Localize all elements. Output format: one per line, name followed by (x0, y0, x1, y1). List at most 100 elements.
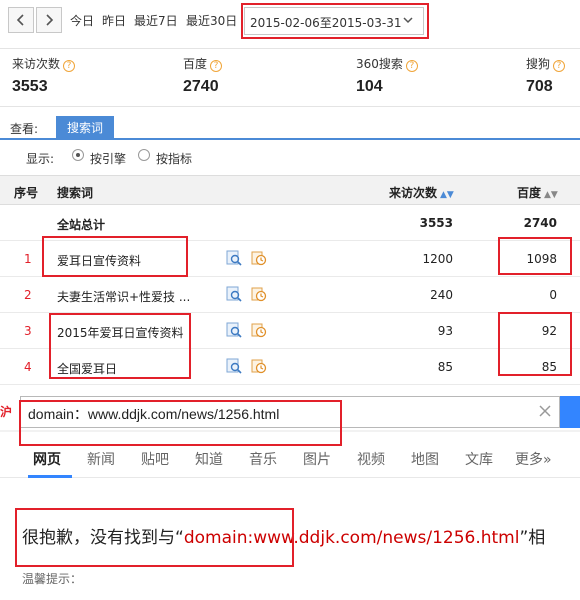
tab-more[interactable]: 更多» (515, 449, 552, 469)
help-icon[interactable]: ? (210, 60, 223, 72)
search-analysis-icon[interactable] (226, 358, 242, 374)
column-visits-label: 来访次数 (389, 186, 438, 200)
stat-value: 708 (526, 78, 553, 95)
sort-down-icon: ▲▼ (440, 190, 454, 200)
row-index: 1 (24, 252, 32, 266)
date-range-select[interactable]: 2015-02-06至2015-03-31 (244, 7, 424, 35)
row-keyword[interactable]: 爱耳日宣传资料 (57, 252, 141, 269)
view-label: 查看: (10, 122, 39, 136)
row-keyword[interactable]: 全国爱耳日 (57, 360, 117, 377)
stat-sogou: 搜狗? 708 (526, 55, 566, 96)
row-visits: 240 (430, 288, 453, 302)
chevron-right-icon (46, 14, 54, 26)
tab-images[interactable]: 图片 (303, 449, 331, 469)
sort-icon: ▲▼ (544, 190, 558, 200)
stat-value: 104 (356, 78, 383, 95)
close-icon[interactable] (537, 403, 553, 419)
stat-label: 百度 (183, 57, 208, 71)
history-clock-icon[interactable] (251, 250, 267, 266)
history-clock-icon[interactable] (251, 358, 267, 374)
active-tab-indicator (28, 475, 72, 478)
next-period-button[interactable] (36, 7, 62, 33)
tab-video[interactable]: 视频 (357, 449, 385, 469)
no-results-prefix: 很抱歉，没有找到与“ (22, 528, 184, 548)
row-baidu: 1098 (526, 252, 557, 266)
row-baidu: 92 (541, 324, 557, 338)
table-header: 序号 搜索词 来访次数 ▲▼ 百度 ▲▼ (0, 175, 580, 205)
stat-value: 3553 (12, 78, 48, 95)
no-results-query: domain:www.ddjk.com/news/1256.html (183, 528, 520, 548)
tab-zhidao[interactable]: 知道 (195, 449, 223, 469)
tab-news[interactable]: 新闻 (87, 449, 115, 469)
help-icon[interactable]: ? (63, 60, 76, 72)
search-query: domain：www.ddjk.com/news/1256.html (28, 406, 280, 422)
stat-label: 360搜索 (356, 57, 403, 71)
row-index: 2 (24, 288, 32, 302)
history-clock-icon[interactable] (251, 322, 267, 338)
stat-label: 搜狗 (526, 57, 551, 71)
range-yesterday[interactable]: 昨日 (102, 12, 126, 29)
column-baidu-label: 百度 (517, 186, 542, 200)
table-row: 4 全国爱耳日 85 85 (0, 349, 580, 385)
help-icon[interactable]: ? (553, 60, 566, 72)
radio-label-by-metric: 按指标 (156, 152, 193, 166)
chevron-down-icon (403, 17, 413, 24)
stat-360: 360搜索? 104 (356, 55, 418, 96)
table-row: 3 2015年爱耳日宣传资料 93 92 (0, 313, 580, 349)
view-bar: 查看: 搜索词 (0, 116, 580, 140)
stat-visits: 来访次数? 3553 (12, 55, 76, 96)
radio-by-engine[interactable] (72, 149, 84, 161)
column-baidu[interactable]: 百度 ▲▼ (517, 184, 558, 201)
stat-label: 来访次数 (12, 57, 61, 71)
column-visits[interactable]: 来访次数 ▲▼ (389, 184, 454, 201)
radio-by-metric[interactable] (138, 149, 150, 161)
side-label: 沪 (0, 397, 14, 427)
search-analysis-icon[interactable] (226, 250, 242, 266)
range-today[interactable]: 今日 (70, 12, 94, 29)
row-visits: 1200 (422, 252, 453, 266)
column-keyword: 搜索词 (57, 186, 94, 200)
display-label: 显示: (26, 152, 55, 166)
row-index: 4 (24, 360, 32, 374)
no-results-suffix: ”相 (519, 528, 546, 548)
table-row: 2 夫妻生活常识+性爱技 ... 240 0 (0, 277, 580, 313)
tab-tieba[interactable]: 贴吧 (141, 449, 169, 469)
stats-summary: 来访次数? 3553 百度? 2740 360搜索? 104 搜狗? 708 (0, 48, 580, 107)
no-results-message: 很抱歉，没有找到与“domain:www.ddjk.com/news/1256.… (22, 523, 545, 548)
row-visits: 85 (437, 360, 453, 374)
search-tabs: 网页 新闻 贴吧 知道 音乐 图片 视频 地图 文库 更多» (0, 438, 580, 478)
row-visits: 93 (437, 324, 453, 338)
date-range-value: 2015-02-06至2015-03-31 (250, 16, 402, 30)
row-index: 3 (24, 324, 32, 338)
search-analysis-icon[interactable] (226, 286, 242, 302)
tab-wenku[interactable]: 文库 (465, 449, 493, 469)
table-row-total: 全站总计 3553 2740 (0, 205, 580, 241)
tab-map[interactable]: 地图 (411, 449, 439, 469)
table-row: 1 爱耳日宣传资料 1200 1098 (0, 241, 580, 277)
stat-value: 2740 (183, 78, 219, 95)
search-analysis-icon[interactable] (226, 322, 242, 338)
prev-period-button[interactable] (8, 7, 34, 33)
range-last-7-days[interactable]: 最近7日 (134, 12, 178, 29)
total-label: 全站总计 (57, 218, 106, 232)
row-keyword[interactable]: 2015年爱耳日宣传资料 (57, 324, 184, 341)
total-visits: 3553 (419, 216, 453, 230)
tab-web[interactable]: 网页 (33, 449, 61, 469)
range-last-30-days[interactable]: 最近30日 (186, 12, 237, 29)
tip-label: 温馨提示： (22, 572, 83, 586)
stat-baidu: 百度? 2740 (183, 55, 223, 96)
radio-label-by-engine: 按引擎 (90, 152, 127, 166)
date-toolbar: 今日 昨日 最近7日 最近30日 2015-02-06至2015-03-31 (0, 0, 580, 42)
help-icon[interactable]: ? (405, 60, 418, 72)
tab-music[interactable]: 音乐 (249, 449, 277, 469)
history-clock-icon[interactable] (251, 286, 267, 302)
column-index: 序号 (14, 186, 39, 200)
divider (0, 430, 580, 432)
search-button[interactable] (560, 396, 580, 428)
display-options: 显示: 按引擎 按指标 (0, 146, 580, 170)
row-baidu: 0 (549, 288, 557, 302)
row-keyword[interactable]: 夫妻生活常识+性爱技 ... (57, 288, 190, 305)
chevron-left-icon (16, 14, 24, 26)
row-baidu: 85 (541, 360, 557, 374)
tab-search-terms[interactable]: 搜索词 (56, 116, 114, 140)
